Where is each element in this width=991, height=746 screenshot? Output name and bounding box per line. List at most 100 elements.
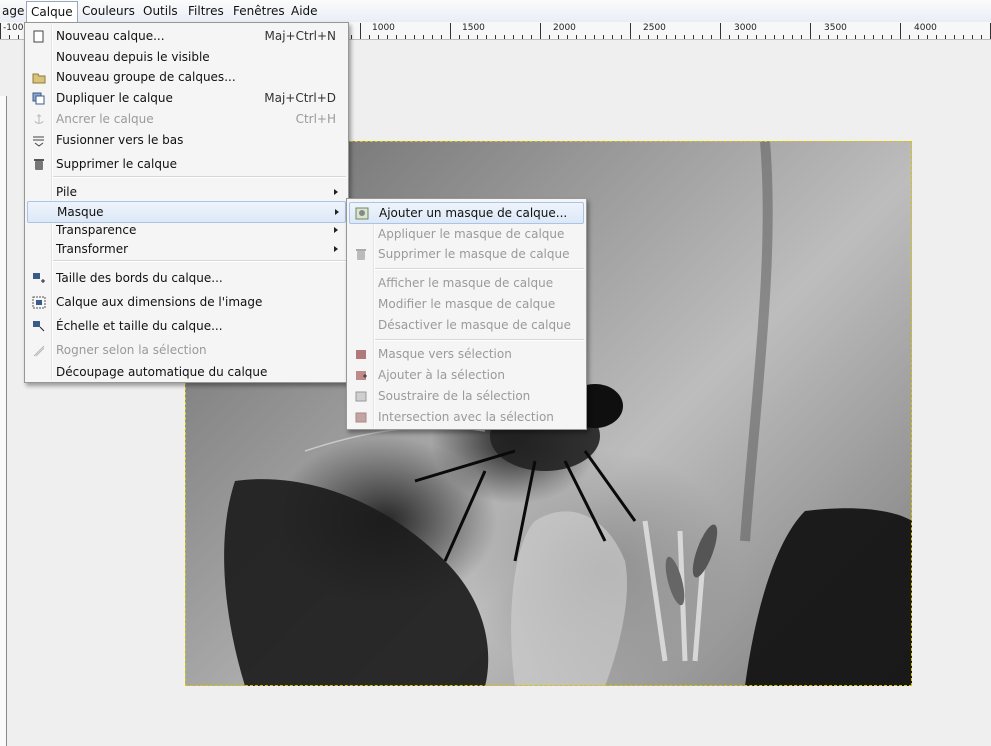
submenu-arrow-icon [335,209,339,215]
menu-aide[interactable]: Aide [287,2,322,20]
mask-to-selection-icon [354,347,368,360]
ruler-tick [828,35,829,39]
ruler-tick [981,35,982,39]
layer-menu-item-label: Taille des bords du calque... [56,271,223,285]
ruler-tick [495,35,496,39]
layer-menu-item[interactable]: Découpage automatique du calque [27,362,344,382]
add-to-selection-icon [354,368,368,381]
ruler-label: 2500 [643,23,666,33]
ruler-tick [765,35,766,39]
ruler-tick [558,35,559,39]
layer-menu-item[interactable]: Pile [27,182,344,202]
menu-outils[interactable]: Outils [139,2,182,20]
mask-menu-item: Masque vers sélection [349,344,582,364]
ruler-tick [918,35,919,39]
ruler-tick [567,35,568,39]
merge-down-icon [32,133,46,147]
menu-separator [53,176,346,178]
ruler-tick [972,35,973,39]
menu-couleurs[interactable]: Couleurs [78,2,139,20]
ruler-tick [18,35,19,39]
ruler-tick [486,35,487,39]
menu-calque[interactable]: Calque [26,1,78,22]
ruler-tick [612,35,613,39]
ruler-tick [954,35,955,39]
mask-menu-item-label: Ajouter à la sélection [378,368,505,382]
mask-menu-item-label: Modifier le masque de calque [378,297,556,311]
ruler-tick [504,35,505,39]
folder-icon [32,70,46,84]
mask-menu-item-label: Désactiver le masque de calque [378,318,572,332]
ruler-label: 4000 [914,23,937,33]
layer-menu-item[interactable]: Supprimer le calque [27,154,344,174]
ruler-tick [756,35,757,39]
ruler-tick [963,35,964,39]
ruler-tick [711,35,712,39]
trash-icon [354,247,368,260]
mask-menu-item-label: Appliquer le masque de calque [378,227,565,241]
mask-submenu: Ajouter un masque de calque... Appliquer … [346,198,587,430]
mask-menu-item: Supprimer le masque de calque [349,244,582,264]
layer-menu-item[interactable]: Nouveau depuis le visible [27,47,344,67]
ruler-tick [405,35,406,39]
ruler-tick [603,35,604,39]
mask-menu-item: Modifier le masque de calque [349,294,582,314]
ruler-tick [846,35,847,39]
ruler-label: 1500 [462,23,485,33]
ruler-tick [702,35,703,39]
layer-menu-item: Ancrer le calque Ctrl+H [27,109,344,129]
ruler-tick [900,23,901,39]
mask-menu-item-label: Supprimer le masque de calque [378,247,570,261]
ruler-tick [774,35,775,39]
menu-filtres[interactable]: Filtres [184,2,228,20]
ruler-tick [378,35,379,39]
menu-image[interactable]: age [0,2,28,20]
ruler-tick [873,35,874,39]
layer-menu-item[interactable]: Taille des bords du calque... [27,268,344,288]
mask-menu-item-label: Intersection avec la sélection [378,410,554,424]
layer-menu-item-label: Nouveau calque... [56,29,165,43]
ruler-tick [576,35,577,39]
menu-separator [375,268,584,270]
mask-menu-item-label: Afficher le masque de calque [378,276,554,290]
layer-menu-item[interactable]: Transparence [27,220,344,240]
layer-menu-item[interactable]: Fusionner vers le bas [27,130,344,150]
anchor-icon [32,112,46,125]
menu-separator [53,260,346,262]
mask-menu-item-label: Soustraire de la sélection [378,389,531,403]
ruler-label: 3000 [734,23,757,33]
ruler-tick [783,35,784,39]
ruler-tick [513,35,514,39]
ruler-tick [792,35,793,39]
ruler-tick [684,35,685,39]
ruler-label: 3500 [824,23,847,33]
mask-menu-item[interactable]: Ajouter un masque de calque... [349,202,584,224]
shortcut-label: Maj+Ctrl+D [264,91,336,105]
layer-menu-item[interactable]: Nouveau groupe de calques... [27,67,344,87]
ruler-tick [468,35,469,39]
duplicate-icon [32,91,46,105]
layer-menu-item-label: Pile [56,185,78,199]
menubar: age Calque Couleurs Outils Filtres Fenêt… [0,0,991,23]
layer-menu-item[interactable]: Échelle et taille du calque... [27,316,344,336]
layer-menu-item[interactable]: Calque aux dimensions de l'image [27,292,344,312]
ruler-tick [657,35,658,39]
ruler-tick [441,35,442,39]
trash-icon [32,157,46,170]
layer-menu-item[interactable]: Transformer [27,239,344,259]
ruler-tick [945,35,946,39]
shortcut-label: Ctrl+H [295,112,336,126]
layer-menu-item-label: Calque aux dimensions de l'image [56,295,263,309]
layer-menu-item[interactable]: Nouveau calque... Maj+Ctrl+N [27,26,344,46]
ruler-tick [801,35,802,39]
ruler-tick [540,23,541,39]
ruler-tick [693,35,694,39]
ruler-tick [675,35,676,39]
menu-fenetres[interactable]: Fenêtres [229,2,289,20]
mask-menu-item-label: Ajouter un masque de calque... [379,206,568,220]
ruler-tick [936,35,937,39]
mask-menu-item: Intersection avec la sélection [349,407,582,427]
layer-menu-item[interactable]: Dupliquer le calque Maj+Ctrl+D [27,88,344,108]
layer-menu-item-label: Fusionner vers le bas [56,133,184,147]
ruler-tick [585,35,586,39]
